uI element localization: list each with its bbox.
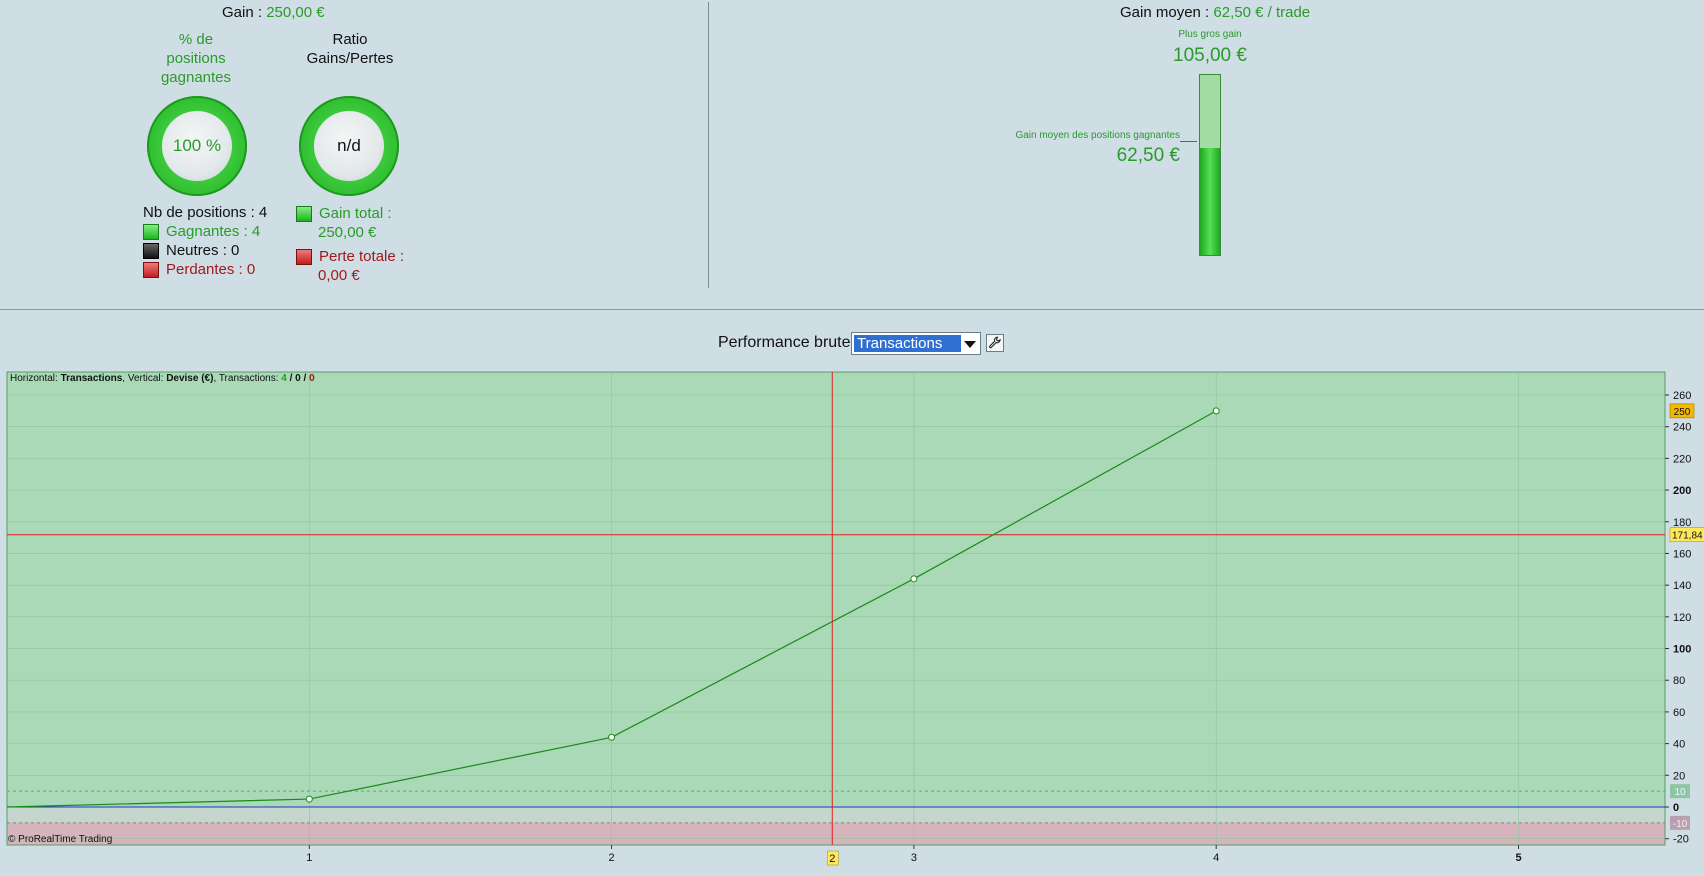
- max-gain-value: 105,00 €: [1173, 45, 1247, 66]
- equity-point: [608, 733, 616, 741]
- y-tick-label: 260: [1673, 390, 1691, 402]
- winning-pct-title-line: positions: [166, 50, 226, 67]
- x-tick-label: 1: [306, 852, 312, 864]
- max-gain-label: Plus gros gain: [1178, 29, 1242, 40]
- positive-zone: [7, 372, 1665, 807]
- red-swatch-icon: [296, 248, 312, 265]
- red-swatch-icon: [143, 261, 159, 278]
- winning-pct-donut: 100 %: [147, 96, 247, 196]
- x-tick-label: 2: [609, 852, 615, 864]
- horizontal-axis-label: Horizontal:: [10, 373, 61, 384]
- green-swatch-icon: [296, 205, 312, 222]
- total-gain-value: 250,00 €: [318, 224, 377, 241]
- average-gain-summary: Gain moyen : 62,50 € / trade: [1120, 4, 1310, 21]
- y-tick-label: 80: [1673, 675, 1685, 687]
- y-tick-label: 100: [1673, 644, 1691, 656]
- equity-chart-svg[interactable]: 260240220200180160140120100806040200-201…: [0, 370, 1704, 871]
- ratio-donut: n/d: [299, 96, 399, 196]
- x-tick-label: 4: [1213, 852, 1219, 864]
- equity-point: [305, 795, 313, 803]
- winning-pct-value: 100 %: [162, 111, 232, 181]
- winning-pct-title: % de positions gagnantes: [146, 30, 246, 87]
- performance-mode-select[interactable]: Transactions: [851, 332, 981, 355]
- performance-label: Performance brute: [718, 334, 851, 351]
- copyright-label: © ProRealTime Trading: [8, 834, 113, 845]
- equity-chart[interactable]: 260 240 220 200 180 160 140 120 100 80 60 40 20 0 -20 1…: [0, 370, 1704, 871]
- gain-summary: Gain : 250,00 €: [222, 4, 325, 21]
- y-tick-label: 240: [1673, 422, 1691, 434]
- statistics-panel: Gain : 250,00 € % de positions gagnantes…: [0, 0, 1704, 310]
- y-tick-label: 200: [1673, 485, 1691, 497]
- average-gain-label: Gain moyen :: [1120, 4, 1214, 21]
- legend-neutral: Neutres : 0: [143, 242, 239, 259]
- legend-losing: Perdantes : 0: [143, 261, 255, 278]
- legend-losing-label: Perdantes : 0: [166, 261, 256, 278]
- equity-point: [1212, 407, 1220, 415]
- average-gain-value: 62,50 € / trade: [1213, 4, 1311, 21]
- ratio-title-line: Gains/Pertes: [306, 50, 394, 67]
- average-gain-gauge: [1199, 74, 1221, 256]
- negative-zone: [7, 822, 1665, 845]
- y-tick-label: -20: [1673, 834, 1689, 846]
- gain-value: 250,00 €: [266, 4, 325, 21]
- crosshair-value-tag: 171,84: [1672, 531, 1703, 542]
- average-winning-label: Gain moyen des positions gagnantes: [1015, 130, 1180, 141]
- legend-neutral-label: Neutres : 0: [166, 242, 240, 259]
- black-swatch-icon: [143, 242, 159, 259]
- y-tick-label: 20: [1673, 770, 1685, 782]
- total-gain: Gain total : 250,00 €: [296, 204, 392, 242]
- transactions-separator: /: [300, 373, 310, 384]
- positions-count: Nb de positions : 4: [143, 204, 268, 221]
- y-tick-label: 60: [1673, 707, 1685, 719]
- y-tick-label: 40: [1673, 739, 1685, 751]
- horizontal-axis-value: Transactions: [60, 373, 123, 384]
- y-tick-label: 180: [1673, 517, 1691, 529]
- performance-mode-value: Transactions: [854, 335, 961, 352]
- upper-band-tag: 10: [1674, 787, 1686, 798]
- total-loss-label: Perte totale :: [319, 248, 405, 265]
- section-divider: [708, 2, 709, 288]
- lower-band-tag: -10: [1673, 819, 1688, 830]
- total-gain-label: Gain total :: [319, 205, 392, 222]
- crosshair-x-tag: 2: [829, 853, 835, 865]
- winning-pct-title-line: gagnantes: [160, 69, 232, 86]
- winning-pct-title-line: % de: [178, 31, 214, 48]
- y-tick-label: 0: [1673, 802, 1679, 814]
- average-gain-gauge-fill: [1200, 147, 1220, 255]
- x-tick-label: 5: [1515, 852, 1521, 864]
- gain-label: Gain :: [222, 4, 267, 21]
- y-tick-label: 220: [1673, 453, 1691, 465]
- vertical-axis-value: Devise (€): [166, 373, 214, 384]
- equity-point: [910, 575, 918, 583]
- gauge-arrow-icon: [1180, 141, 1197, 142]
- legend-winning-label: Gagnantes : 4: [166, 223, 261, 240]
- ratio-title-line: Ratio: [332, 31, 368, 48]
- total-loss: Perte totale : 0,00 €: [296, 247, 404, 285]
- settings-button[interactable]: [986, 334, 1004, 352]
- wrench-icon: [989, 336, 1001, 349]
- ratio-title: Ratio Gains/Pertes: [298, 30, 402, 68]
- transactions-separator: /: [286, 373, 296, 384]
- transactions-label: , Transactions:: [213, 373, 282, 384]
- average-winning-value: 62,50 €: [1116, 145, 1180, 166]
- green-swatch-icon: [143, 223, 159, 240]
- horizontal-divider: [0, 309, 1704, 310]
- x-tick-label: 3: [911, 852, 917, 864]
- ratio-value: n/d: [314, 111, 384, 181]
- chart-info-line: Horizontal: Transactions, Vertical: Devi…: [10, 373, 315, 384]
- chevron-down-icon[interactable]: [964, 341, 976, 348]
- y-tick-label: 140: [1673, 580, 1691, 592]
- total-loss-value: 0,00 €: [318, 267, 360, 284]
- transactions-losing: 0: [309, 373, 315, 384]
- last-value-tag: 250: [1674, 407, 1691, 418]
- legend-winning: Gagnantes : 4: [143, 223, 260, 240]
- y-tick-label: 120: [1673, 612, 1691, 624]
- y-tick-label: 160: [1673, 548, 1691, 560]
- vertical-axis-label: , Vertical:: [122, 373, 167, 384]
